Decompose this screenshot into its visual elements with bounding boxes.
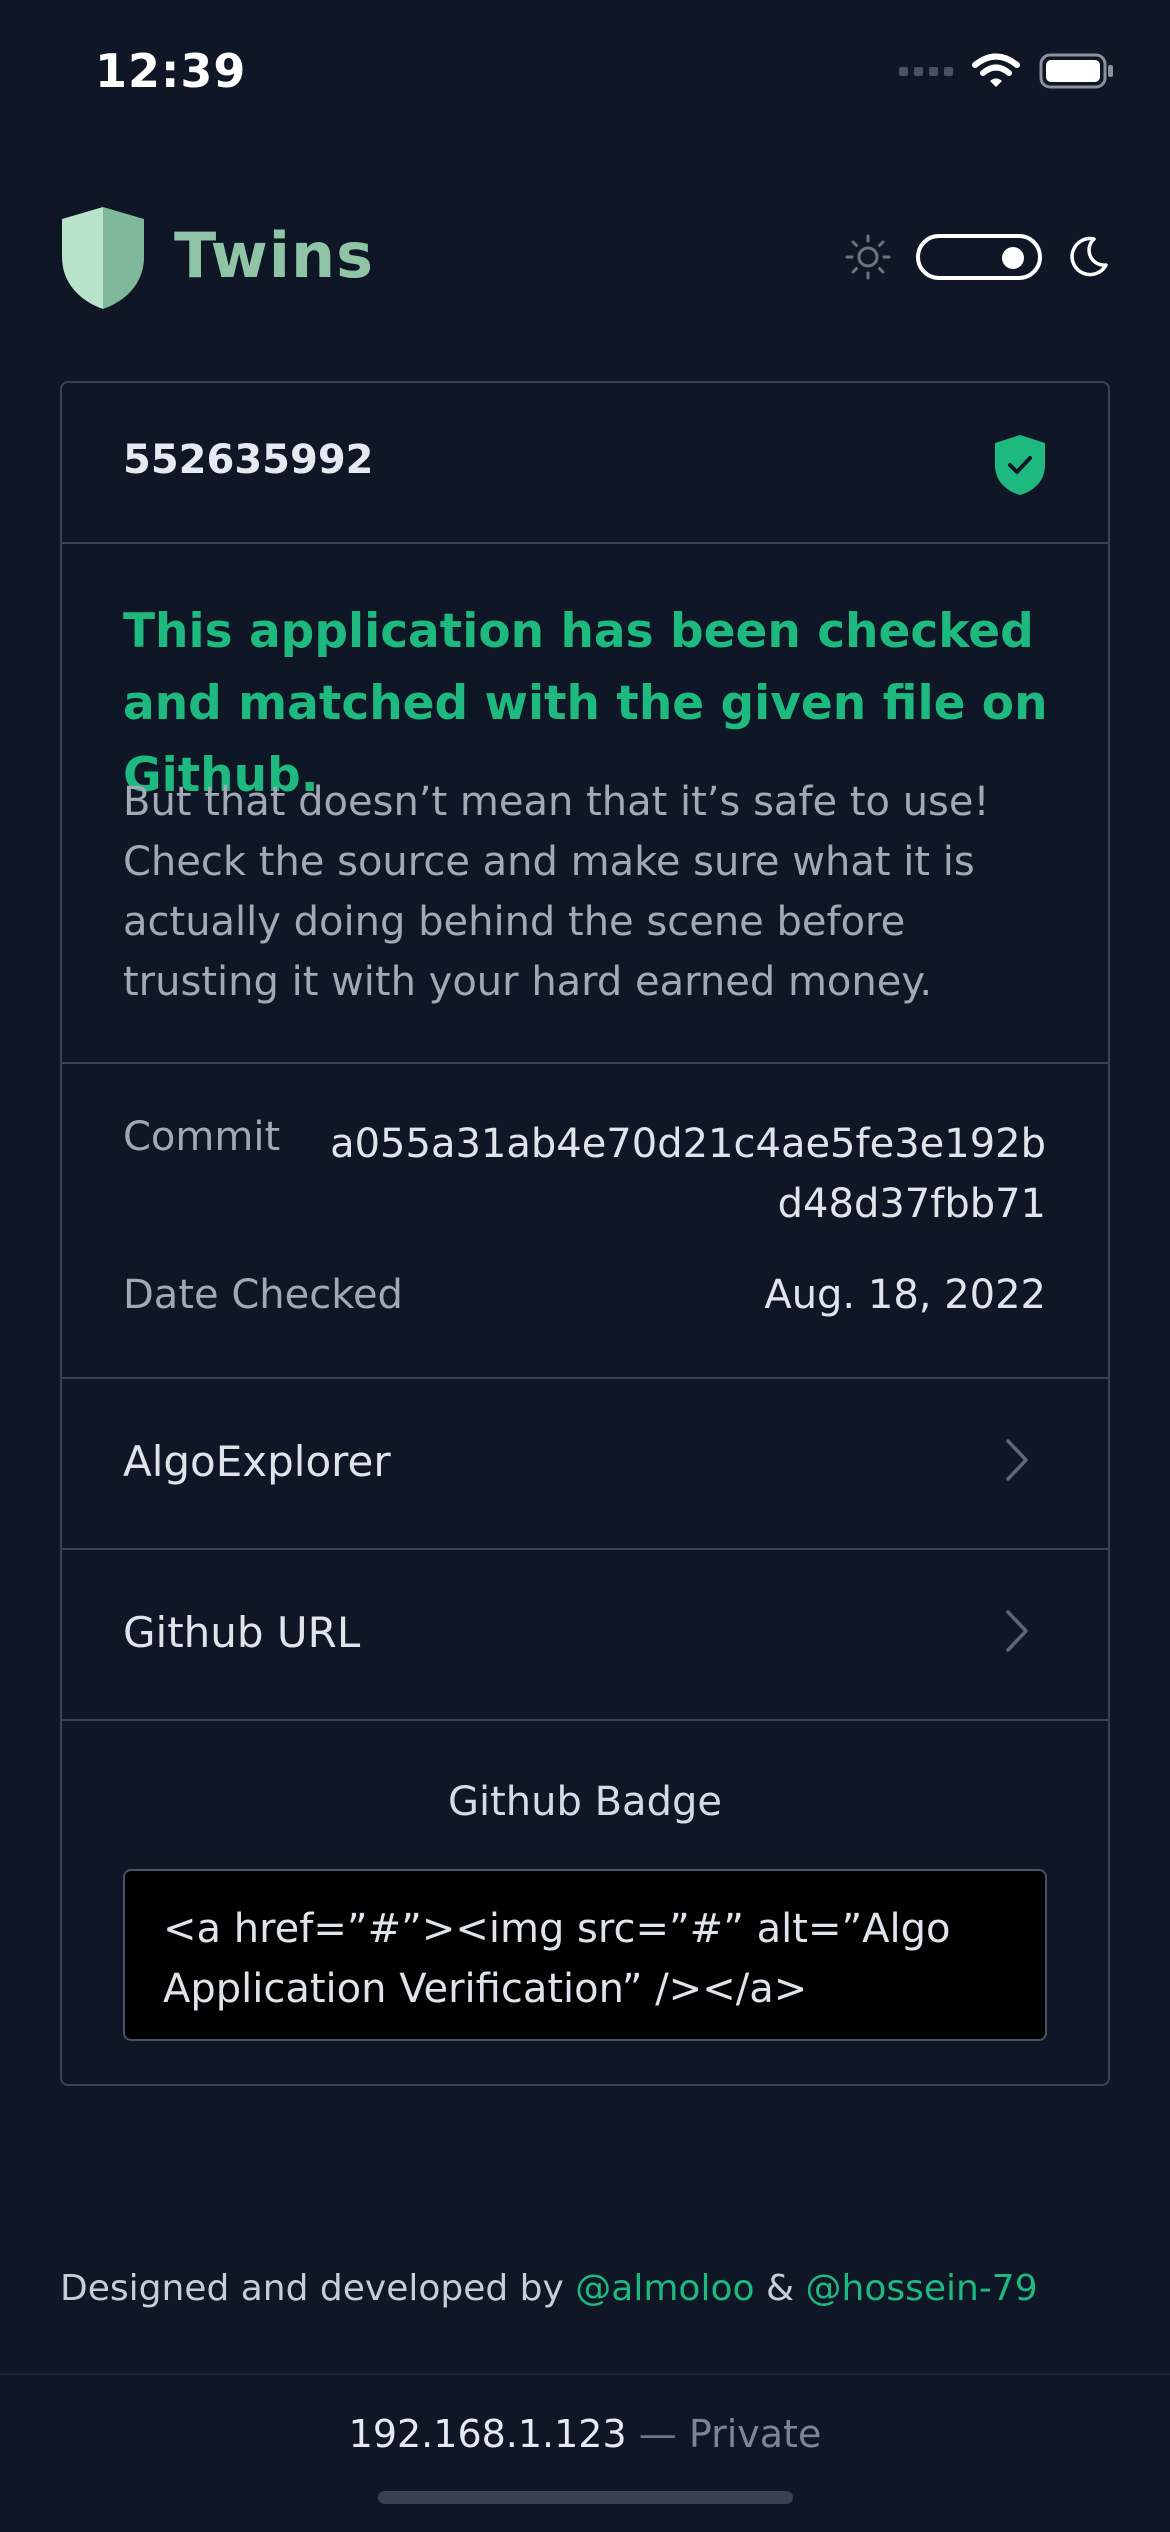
- date-checked-label: Date Checked: [123, 1272, 403, 1318]
- theme-toggle[interactable]: [844, 233, 1110, 281]
- battery-icon: [1039, 53, 1113, 89]
- date-checked-value: Aug. 18, 2022: [764, 1272, 1046, 1318]
- github-url-link[interactable]: Github URL: [62, 1550, 1108, 1721]
- verification-card: 552635992 This application has been chec…: [60, 381, 1110, 2086]
- verified-shield-icon: [995, 435, 1045, 495]
- credits-joiner: &: [765, 2268, 795, 2309]
- disclaimer-text: But that doesn’t mean that it’s safe to …: [123, 779, 990, 1005]
- algoexplorer-label: AlgoExplorer: [123, 1437, 391, 1486]
- switch-knob: [1002, 247, 1024, 269]
- author-link-hossein[interactable]: @hossein-79: [806, 2268, 1038, 2309]
- verification-message-section: This application has been checked and ma…: [62, 544, 1108, 1064]
- address-bar[interactable]: 192.168.1.123 — Private: [0, 2412, 1170, 2456]
- status-bar: 12:39: [0, 0, 1170, 150]
- metadata-section: Commit a055a31ab4e70d21c4ae5fe3e192bd48d…: [62, 1064, 1108, 1379]
- app-id-section: 552635992: [62, 383, 1108, 544]
- chevron-right-icon: [1006, 1439, 1028, 1481]
- author-link-almoloo[interactable]: @almoloo: [575, 2268, 754, 2309]
- home-indicator[interactable]: [378, 2491, 793, 2504]
- commit-label: Commit: [123, 1114, 281, 1160]
- github-badge-title: Github Badge: [448, 1779, 722, 1825]
- shield-logo-icon: [62, 207, 144, 309]
- moon-icon[interactable]: [1066, 235, 1110, 279]
- chevron-right-icon: [1006, 1610, 1028, 1652]
- wifi-icon: [972, 53, 1020, 87]
- ip-address: 192.168.1.123: [348, 2412, 627, 2456]
- status-icons: [899, 52, 1115, 90]
- address-separator: —: [638, 2412, 677, 2456]
- brand-title: Twins: [174, 219, 375, 292]
- github-badge-section: Github Badge <a href=”#”><img src=”#” al…: [62, 1721, 1108, 2084]
- theme-switch[interactable]: [916, 234, 1042, 280]
- application-id: 552635992: [123, 437, 374, 483]
- algoexplorer-link[interactable]: AlgoExplorer: [62, 1379, 1108, 1550]
- private-label: Private: [688, 2412, 822, 2456]
- credits-prefix: Designed and developed by: [60, 2268, 564, 2309]
- app-header: Twins: [60, 205, 1110, 315]
- cellular-signal-icon: [899, 66, 953, 76]
- badge-code-snippet[interactable]: <a href=”#”><img src=”#” alt=”Algo Appli…: [123, 1869, 1047, 2041]
- status-time: 12:39: [95, 44, 247, 98]
- credits: Designed and developed by @almoloo & @ho…: [60, 2268, 1038, 2309]
- sun-icon[interactable]: [844, 233, 892, 281]
- github-url-label: Github URL: [123, 1608, 361, 1657]
- commit-hash: a055a31ab4e70d21c4ae5fe3e192bd48d37fbb71: [330, 1121, 1046, 1227]
- footer-divider: [0, 2373, 1170, 2375]
